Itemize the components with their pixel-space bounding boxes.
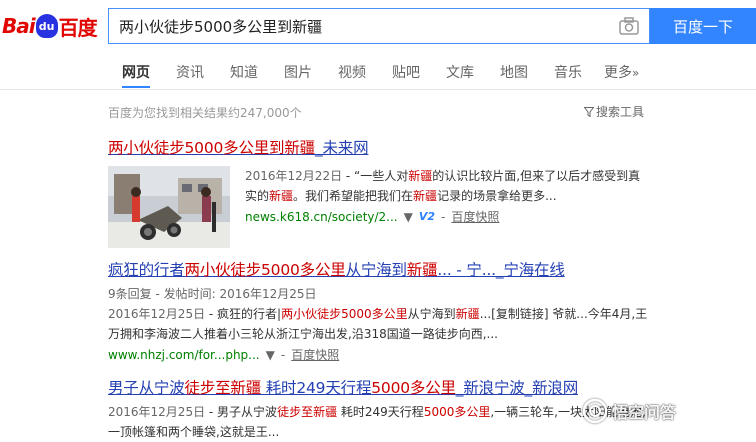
result-count: 百度为您找到相关结果约247,000个 bbox=[108, 106, 302, 120]
result-thumbnail[interactable] bbox=[108, 166, 230, 248]
tab-zhidao[interactable]: 知道 bbox=[230, 62, 258, 88]
snapshot-link[interactable]: 百度快照 bbox=[291, 346, 339, 363]
tab-video[interactable]: 视频 bbox=[338, 62, 366, 88]
result-url[interactable]: www.nhzj.com/for...php... bbox=[108, 348, 260, 362]
search-box[interactable] bbox=[108, 8, 650, 44]
watermark-text: 悟空问答 bbox=[612, 403, 677, 422]
separator: - bbox=[441, 209, 446, 224]
wukong-logo-icon bbox=[582, 398, 608, 424]
search-tools-label: 搜索工具 bbox=[596, 105, 645, 119]
snapshot-link[interactable]: 百度快照 bbox=[451, 208, 499, 225]
baidu-logo[interactable]: Bai du 百度 bbox=[2, 8, 102, 44]
search-button[interactable]: 百度一下 bbox=[650, 8, 756, 44]
tab-tieba[interactable]: 贴吧 bbox=[392, 62, 420, 88]
result-abstract: 2016年12月25日 - 男子从宁波徒步至新疆 耗时249天行程5000多公里… bbox=[108, 405, 646, 439]
search-result: 疯狂的行者两小伙徒步5000多公里从宁海到新疆... - 宁..._宁海在线 9… bbox=[108, 258, 648, 363]
result-abstract: 2016年12月22日 - “一些人对新疆的认识比较片面,但来了以后才感受到真实… bbox=[245, 169, 641, 203]
verified-badge[interactable]: V2 bbox=[419, 210, 435, 223]
search-tools-button[interactable]: 搜索工具 bbox=[584, 103, 644, 120]
separator: - bbox=[280, 347, 286, 362]
chevron-down-icon[interactable]: ▼ bbox=[404, 210, 413, 224]
result-meta: 9条回复 - 发帖时间: 2016年12月25日 bbox=[108, 287, 317, 301]
tab-more-label: 更多 bbox=[604, 65, 632, 81]
paw-icon: du bbox=[35, 14, 58, 38]
search-input[interactable] bbox=[119, 11, 599, 41]
wukong-watermark: 悟空问答 bbox=[582, 398, 676, 424]
double-chevron-right-icon: » bbox=[632, 66, 640, 80]
funnel-icon bbox=[584, 106, 594, 117]
result-title-link[interactable]: 两小伙徒步5000多公里到新疆_未来网 bbox=[108, 136, 648, 158]
tab-wenku[interactable]: 文库 bbox=[446, 62, 474, 88]
result-url[interactable]: news.k618.cn/society/2... bbox=[245, 210, 398, 224]
result-abstract: 2016年12月25日 - 疯狂的行者|两小伙徒步5000多公里从宁海到新疆..… bbox=[108, 307, 648, 341]
camera-icon[interactable] bbox=[619, 17, 639, 35]
tab-images[interactable]: 图片 bbox=[284, 62, 312, 88]
logo-text-brand: 百度 bbox=[58, 15, 98, 40]
header: Bai du 百度 百度一下 bbox=[0, 0, 756, 52]
result-title-link[interactable]: 疯狂的行者两小伙徒步5000多公里从宁海到新疆... - 宁..._宁海在线 bbox=[108, 258, 648, 280]
nav-tabs: 网页 资讯 知道 图片 视频 贴吧 文库 地图 音乐 更多» bbox=[0, 58, 756, 90]
tab-web[interactable]: 网页 bbox=[122, 62, 150, 88]
result-title-link[interactable]: 男子从宁波徒步至新疆 耗时249天行程5000多公里_新浪宁波_新浪网 bbox=[108, 376, 648, 398]
search-result: 两小伙徒步5000多公里到新疆_未来网 2016年12月22日 - “一些人对新… bbox=[108, 136, 648, 248]
chevron-down-icon[interactable]: ▼ bbox=[266, 348, 275, 362]
tab-more[interactable]: 更多» bbox=[604, 62, 639, 88]
tab-music[interactable]: 音乐 bbox=[554, 62, 582, 88]
logo-text-bai: Bai bbox=[2, 14, 36, 38]
search-result: 男子从宁波徒步至新疆 耗时249天行程5000多公里_新浪宁波_新浪网 2016… bbox=[108, 376, 648, 442]
tab-map[interactable]: 地图 bbox=[500, 62, 528, 88]
tab-news[interactable]: 资讯 bbox=[176, 62, 204, 88]
